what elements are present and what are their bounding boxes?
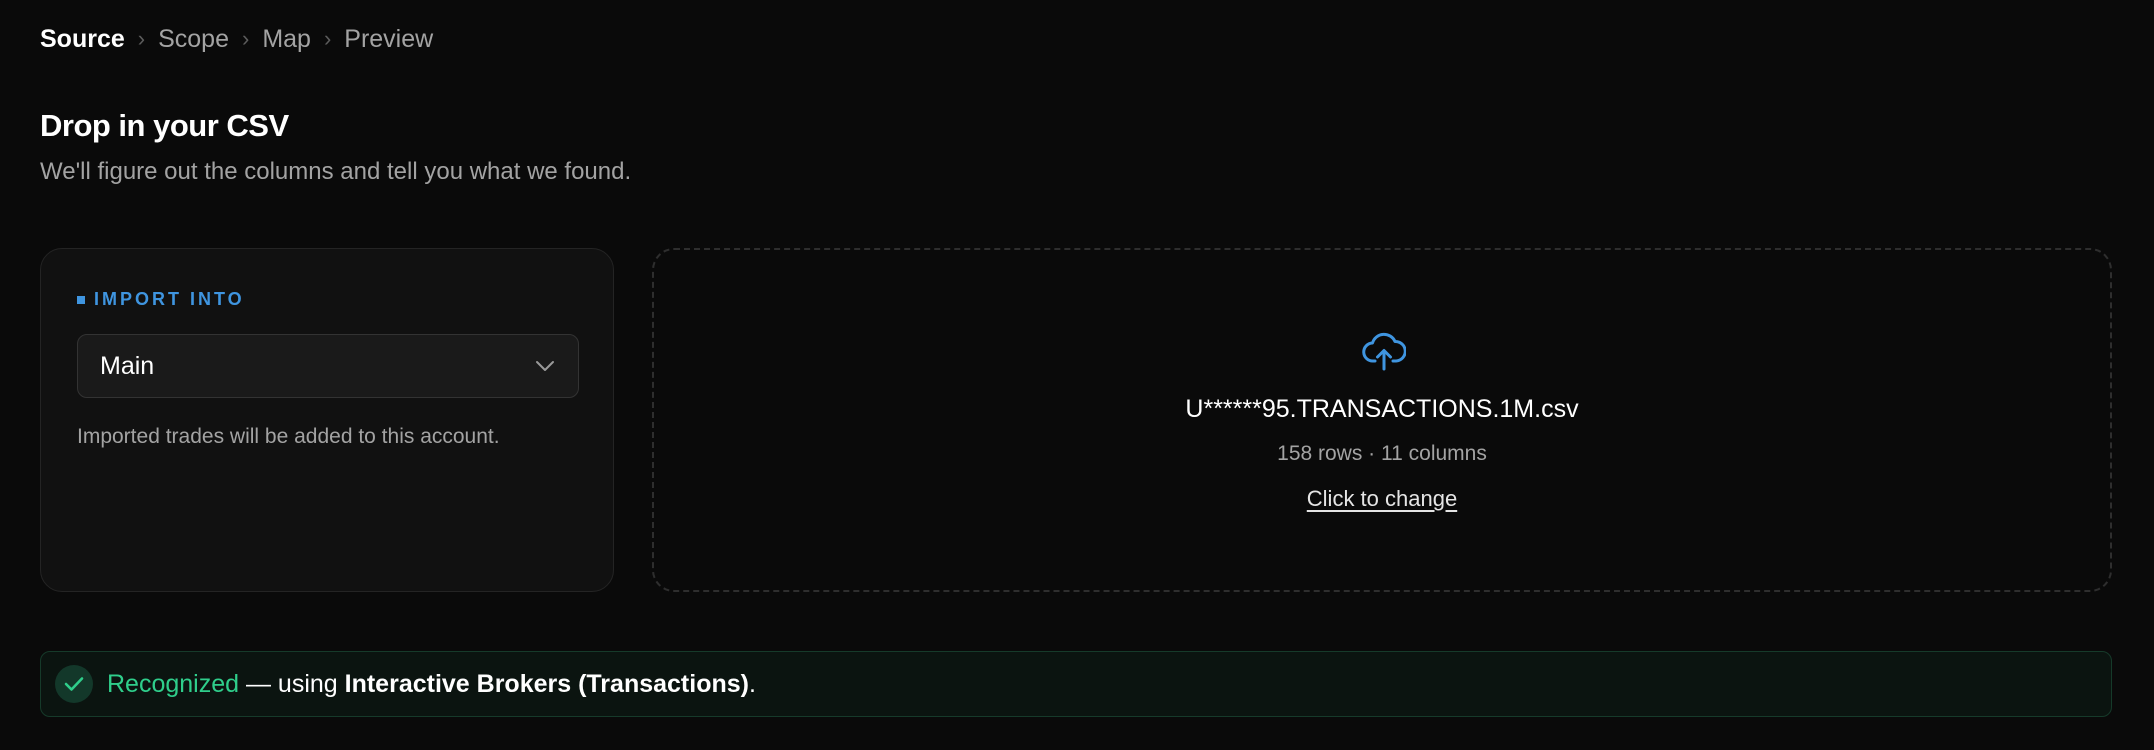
account-select[interactable]: Main [77, 334, 579, 398]
breadcrumb-step-scope[interactable]: Scope [158, 22, 229, 56]
chevron-down-icon [534, 355, 556, 377]
breadcrumb: Source › Scope › Map › Preview [40, 22, 433, 56]
check-icon [55, 665, 93, 703]
import-into-label-text: IMPORT INTO [94, 289, 245, 309]
breadcrumb-separator: › [323, 26, 332, 51]
page-title: Drop in your CSV [40, 108, 289, 143]
file-meta: 158 rows · 11 columns [1277, 442, 1487, 465]
using-text: — using [239, 670, 345, 698]
page-subtitle: We'll figure out the columns and tell yo… [40, 158, 632, 185]
label-bullet [77, 295, 85, 304]
breadcrumb-separator: › [137, 26, 146, 51]
import-page: Source › Scope › Map › Preview Drop in y… [0, 0, 2154, 750]
breadcrumb-step-map[interactable]: Map [262, 22, 311, 56]
breadcrumb-step-preview[interactable]: Preview [344, 22, 433, 56]
change-file-link[interactable]: Click to change [1307, 486, 1457, 511]
import-into-card: IMPORT INTO Main Imported trades will be… [40, 248, 614, 592]
breadcrumb-separator: › [241, 26, 250, 51]
recognized-banner: Recognized — using Interactive Brokers (… [40, 651, 2112, 717]
breadcrumb-step-source[interactable]: Source [40, 22, 125, 56]
message-suffix: . [748, 670, 756, 698]
import-help-text: Imported trades will be added to this ac… [77, 425, 500, 448]
recognized-label: Recognized [107, 670, 240, 698]
cloud-upload-icon [1362, 332, 1406, 371]
account-select-value: Main [100, 351, 155, 380]
import-into-label: IMPORT INTO [77, 289, 245, 310]
csv-dropzone[interactable]: U******95.TRANSACTIONS.1M.csv 158 rows ·… [652, 248, 2112, 592]
file-name: U******95.TRANSACTIONS.1M.csv [1185, 395, 1579, 423]
recognized-message: Recognized — using Interactive Brokers (… [107, 667, 756, 701]
change-file-link-wrapper: Click to change [654, 484, 2110, 514]
broker-name: Interactive Brokers (Transactions) [344, 670, 749, 698]
